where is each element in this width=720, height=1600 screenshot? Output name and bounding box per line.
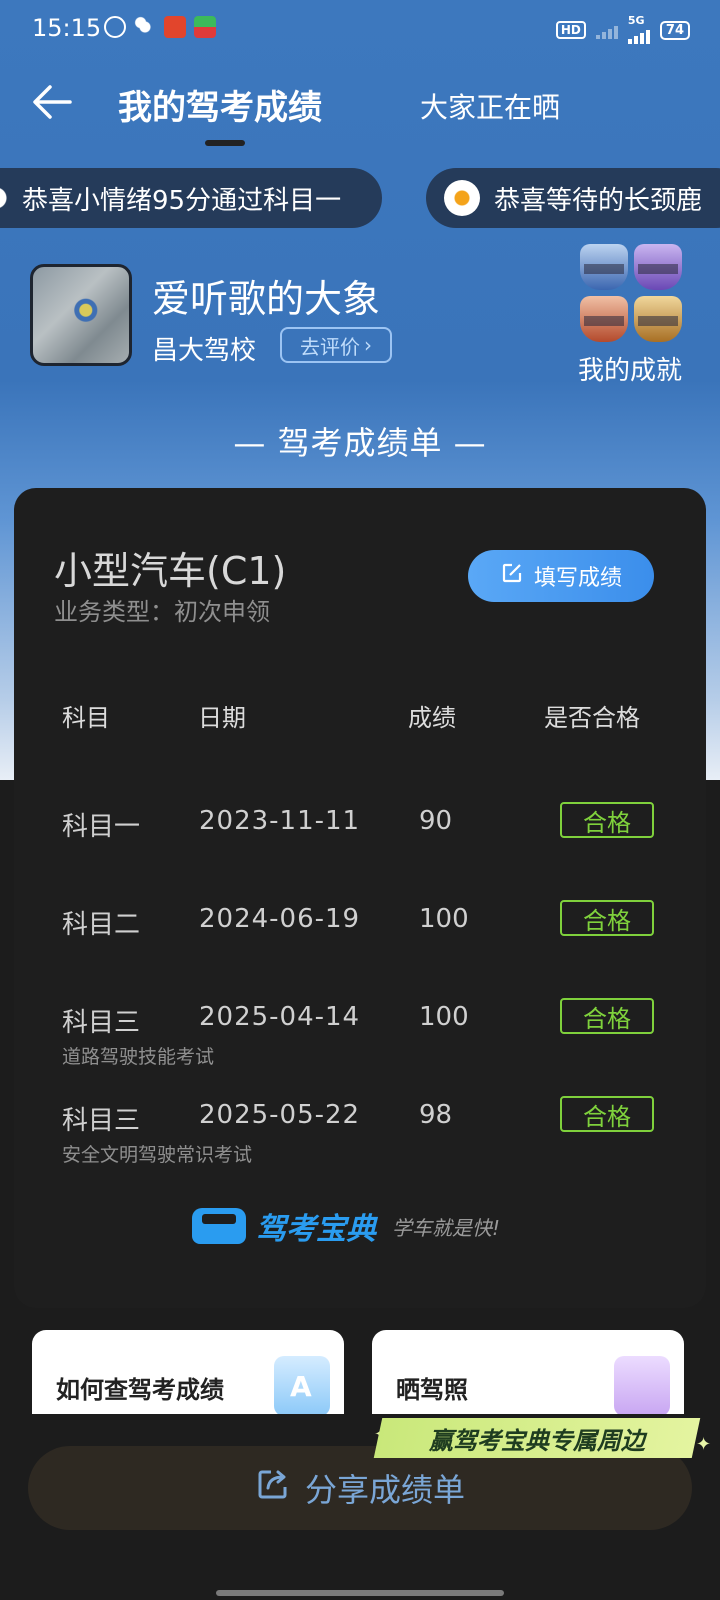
- fill-score-button[interactable]: 填写成绩: [468, 550, 654, 602]
- section-title: — 驾考成绩单 —: [233, 424, 487, 462]
- share-scoresheet-button[interactable]: 分享成绩单: [28, 1446, 692, 1530]
- flower-icon: [444, 180, 480, 216]
- tile-label: 晒驾照: [396, 1376, 468, 1404]
- brand-name: 驾考宝典: [256, 1212, 376, 1247]
- subject: 科目二: [62, 910, 141, 940]
- table-row: 科目二 2024-06-19 100 合格: [14, 900, 706, 994]
- badge-icon: [580, 296, 628, 342]
- ticker-text: 恭喜小情绪95分通过科目一: [22, 185, 342, 216]
- vehicle-type: 小型汽车(C1): [54, 549, 287, 593]
- subject-detail: 安全文明驾驶常识考试: [62, 1144, 253, 1166]
- store-notification-icon: [194, 16, 216, 38]
- brand-slogan: 学车就是快!: [392, 1215, 501, 1240]
- fill-score-label: 填写成绩: [533, 566, 622, 591]
- exam-date: 2025-04-14: [199, 1002, 361, 1032]
- share-license-tile[interactable]: 晒驾照: [372, 1330, 684, 1414]
- score: 100: [419, 1002, 469, 1032]
- achievement-badges[interactable]: [580, 244, 682, 342]
- share-icon: [255, 1466, 291, 1510]
- share-label: 分享成绩单: [304, 1471, 465, 1509]
- car-icon: [192, 1208, 246, 1244]
- subject-detail: 道路驾驶技能考试: [62, 1046, 215, 1068]
- network-type: 5G: [627, 14, 645, 27]
- promo-text: 赢驾考宝典专属周边: [429, 1426, 645, 1455]
- sparkle-icon: ✦: [696, 1434, 712, 1455]
- subject: 科目三: [62, 1008, 141, 1038]
- exam-date: 2025-05-22: [199, 1100, 361, 1130]
- status-time: 15:15: [32, 14, 102, 42]
- back-arrow-icon[interactable]: [30, 82, 74, 122]
- column-header: 科目: [62, 704, 110, 732]
- flower-icon: [0, 180, 16, 216]
- badge-icon: [580, 244, 628, 290]
- how-to-check-scores-tile[interactable]: 如何查驾考成绩 A: [32, 1330, 344, 1414]
- hd-voice-icon: HD: [555, 21, 586, 39]
- column-header: 是否合格: [544, 704, 640, 732]
- brand-logo: 驾考宝典 学车就是快!: [192, 1204, 500, 1248]
- ticker-item[interactable]: 恭喜小情绪95分通过科目一: [0, 168, 382, 228]
- exam-date: 2023-11-11: [199, 806, 361, 836]
- table-row: 科目一 2023-11-11 90 合格: [14, 802, 706, 896]
- score: 90: [419, 806, 453, 836]
- score: 100: [419, 904, 469, 934]
- score-card: 小型汽车(C1) 业务类型：初次申领 填写成绩 科目 日期 成绩 是否合格 科目…: [14, 488, 706, 1308]
- tile-label: 如何查驾考成绩: [56, 1376, 224, 1404]
- promo-banner[interactable]: 赢驾考宝典专属周边: [373, 1418, 701, 1458]
- column-header: 成绩: [408, 704, 456, 732]
- rate-label: 去评价: [300, 334, 360, 359]
- a-letter-icon: A: [274, 1356, 330, 1414]
- app-notification-icon: [104, 16, 126, 38]
- battery-level: 74: [665, 22, 684, 38]
- battery-icon: 74: [659, 20, 690, 40]
- active-tab-indicator: [205, 140, 245, 146]
- status-right: HD 5G 74: [555, 14, 690, 44]
- home-indicator[interactable]: [216, 1590, 504, 1596]
- rate-button[interactable]: 去评价 ›: [280, 327, 392, 363]
- badge-icon: [634, 244, 682, 290]
- badge-icon: [634, 296, 682, 342]
- signal-2-bars: [627, 26, 650, 44]
- table-row: 科目三 2025-05-22 98 合格 安全文明驾驶常识考试: [14, 1096, 706, 1190]
- business-type: 业务类型：初次申领: [54, 598, 270, 626]
- game-notification-icon: [164, 16, 186, 38]
- signal-1-icon: [595, 21, 618, 39]
- tab-everyone-sharing[interactable]: 大家正在晒: [420, 86, 560, 126]
- table-row: 科目三 2025-04-14 100 合格 道路驾驶技能考试: [14, 998, 706, 1092]
- flower-notification-icon: [134, 16, 156, 38]
- subject: 科目一: [62, 812, 141, 842]
- signal-2-icon: 5G: [627, 14, 650, 44]
- ticker-text: 恭喜等待的长颈鹿: [494, 185, 703, 216]
- column-header: 日期: [198, 704, 246, 732]
- tab-my-scores[interactable]: 我的驾考成绩: [118, 80, 322, 129]
- achievements-label[interactable]: 我的成就: [578, 350, 682, 387]
- pass-badge: 合格: [560, 802, 654, 838]
- driving-school: 昌大驾校: [152, 336, 257, 366]
- avatar[interactable]: [30, 264, 132, 366]
- ticker-item[interactable]: 恭喜等待的长颈鹿: [426, 168, 720, 228]
- pass-badge: 合格: [560, 900, 654, 936]
- subject: 科目三: [62, 1106, 141, 1136]
- chevron-right-icon: ›: [364, 333, 372, 357]
- image-icon: [614, 1356, 670, 1414]
- pass-badge: 合格: [560, 998, 654, 1034]
- user-name: 爱听歌的大象: [152, 277, 381, 321]
- exam-date: 2024-06-19: [199, 904, 361, 934]
- status-bar: 15:15 HD 5G 74: [0, 0, 720, 58]
- edit-icon: [500, 561, 524, 591]
- notification-icons: [104, 16, 216, 38]
- score: 98: [419, 1100, 453, 1130]
- pass-badge: 合格: [560, 1096, 654, 1132]
